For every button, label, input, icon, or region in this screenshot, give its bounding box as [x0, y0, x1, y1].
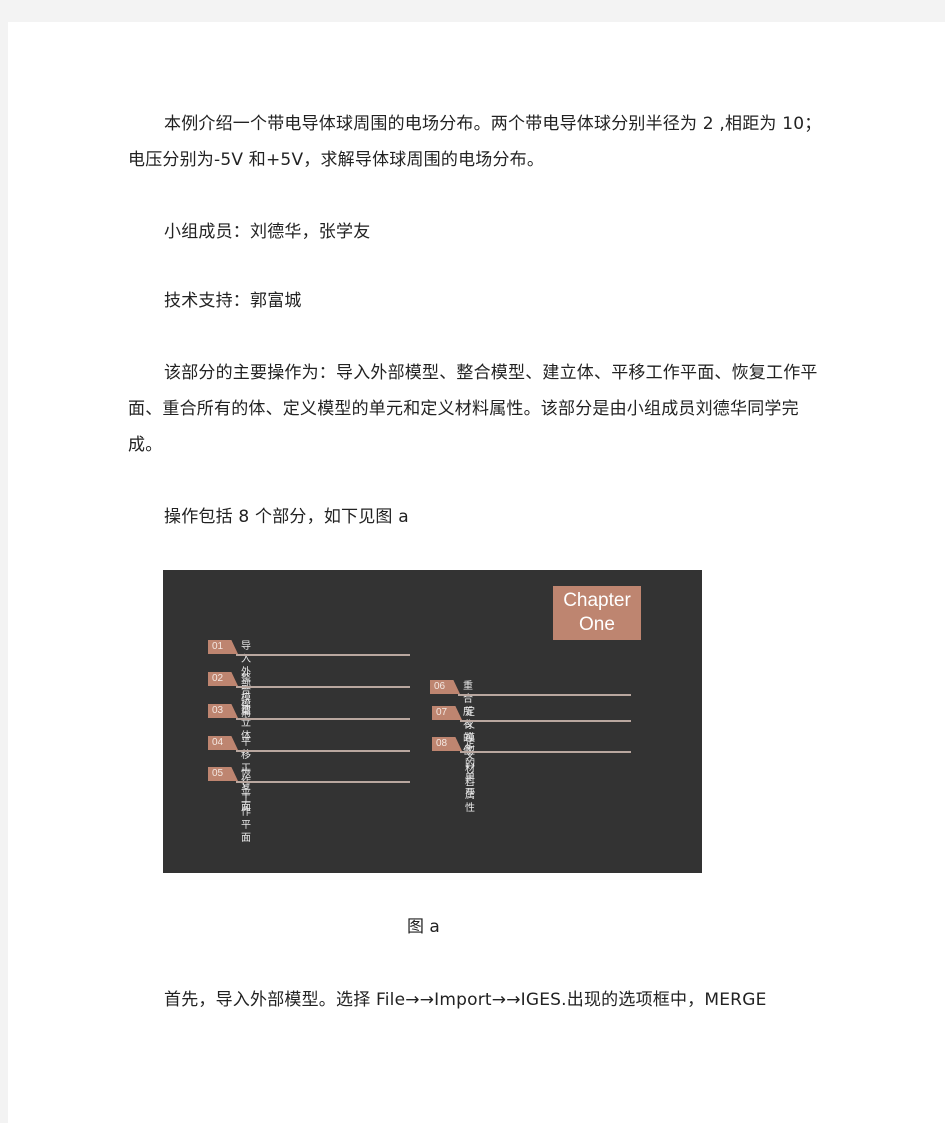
chapter-badge: Chapter One [553, 586, 641, 640]
item-number-tag: 03 [208, 704, 238, 718]
figure-a-slide: Chapter One 01 导入外部模型 02 整合模型 03 建立体 04 … [163, 570, 702, 873]
item-underline [460, 751, 631, 753]
support-paragraph: 技术支持：郭富城 [164, 291, 302, 311]
item-number-tag: 01 [208, 640, 238, 654]
item-number-tag: 04 [208, 736, 238, 750]
item-underline [236, 686, 410, 688]
item-underline [236, 718, 410, 720]
item-underline [458, 694, 631, 696]
item-underline [236, 781, 410, 783]
chapter-badge-line2: One [579, 614, 615, 635]
figure-caption: 图 a [407, 917, 440, 937]
members-paragraph: 小组成员：刘德华，张学友 [164, 222, 371, 242]
item-underline [236, 654, 410, 656]
operations-count-paragraph: 操作包括 8 个部分，如下见图 a [164, 507, 409, 527]
item-underline [236, 750, 410, 752]
main-operations-paragraph: 该部分的主要操作为：导入外部模型、整合模型、建立体、平移工作平面、恢复工作平面、… [128, 363, 818, 455]
item-label: 恢复工作平面 [241, 768, 252, 844]
item-underline [460, 720, 631, 722]
item-number-tag: 05 [208, 767, 238, 781]
intro-paragraph: 本例介绍一个带电导体球周围的电场分布。两个带电导体球分别半径为 2 ,相距为 1… [128, 114, 822, 170]
chapter-badge-line1: Chapter [563, 590, 631, 611]
item-number-tag: 08 [432, 737, 462, 751]
item-number-tag: 06 [430, 680, 460, 694]
item-label: 定义材料属性 [465, 738, 476, 814]
first-step-paragraph: 首先，导入外部模型。选择 File→→Import→→IGES.出现的选项框中，… [164, 990, 767, 1010]
item-number-tag: 02 [208, 672, 238, 686]
item-number-tag: 07 [432, 706, 462, 720]
